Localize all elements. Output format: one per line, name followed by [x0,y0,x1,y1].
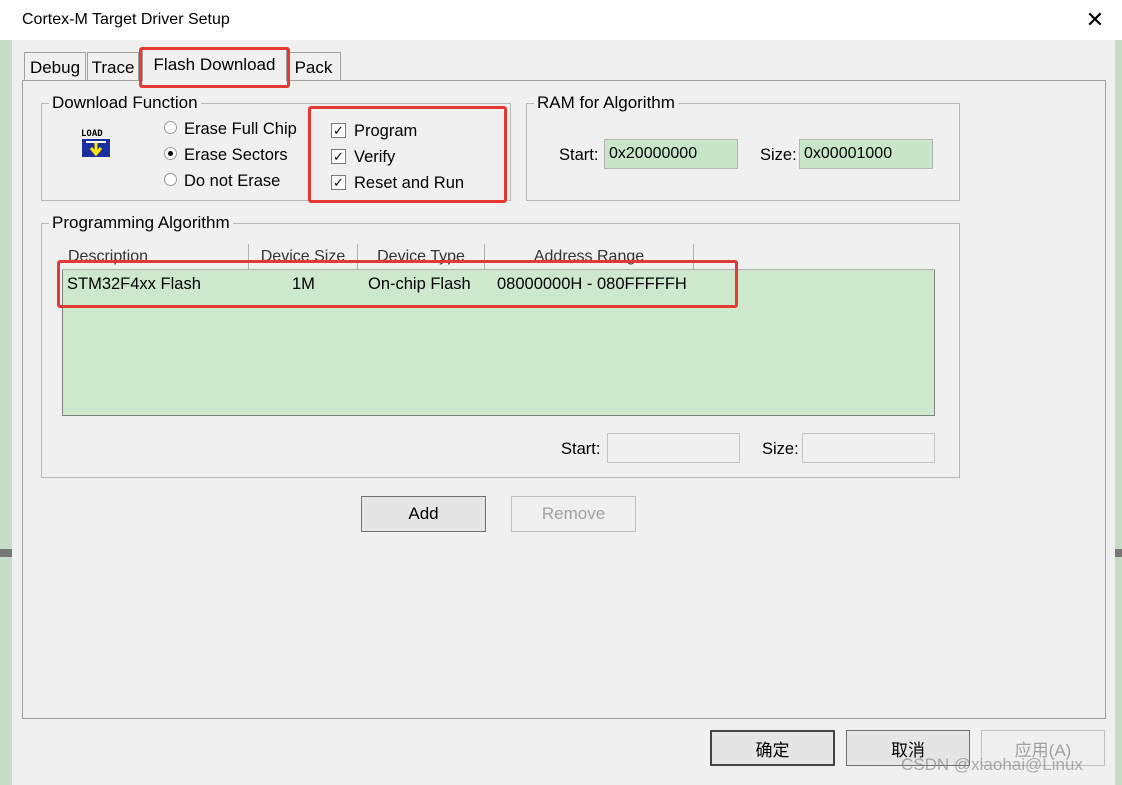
load-icon: LOAD [80,127,112,159]
tab-trace[interactable]: Trace [87,52,139,82]
program-label[interactable]: Program [354,121,417,141]
erase-full-chip-radio[interactable] [164,121,177,134]
window-title: Cortex-M Target Driver Setup [22,11,230,28]
program-checkbox[interactable]: ✓ [331,123,346,138]
close-icon: ✕ [1085,7,1105,32]
tab-flash-download[interactable]: Flash Download [142,48,287,82]
background-edge-right [1115,549,1122,557]
algorithm-start-label: Start: [561,440,601,458]
verify-checkbox[interactable]: ✓ [331,149,346,164]
programming-algorithm-title: Programming Algorithm [49,213,233,233]
table-row[interactable]: STM32F4xx Flash 1M On-chip Flash 0800000… [63,271,934,297]
remove-button[interactable]: Remove [511,496,636,532]
row-description: STM32F4xx Flash [67,275,201,293]
reset-and-run-label[interactable]: Reset and Run [354,173,464,193]
background-edge [0,549,12,557]
row-address-range: 08000000H - 080FFFFFH [497,275,687,293]
column-header-description[interactable]: Description [62,244,249,270]
algorithm-size-label: Size: [762,440,799,458]
algorithm-size-input[interactable] [802,433,935,463]
row-device-type: On-chip Flash [368,275,471,293]
reset-and-run-checkbox[interactable]: ✓ [331,175,346,190]
tab-pack[interactable]: Pack [286,52,341,82]
column-header-address-range[interactable]: Address Range [485,244,694,270]
dialog-window: Cortex-M Target Driver Setup ✕ Debug Tra… [0,0,1122,785]
tab-debug[interactable]: Debug [24,52,86,82]
background-right [1115,40,1122,785]
erase-sectors-label[interactable]: Erase Sectors [184,145,288,165]
ram-start-label: Start: [559,146,599,164]
ram-size-input[interactable]: 0x00001000 [799,139,933,169]
ram-size-label: Size: [760,146,797,164]
ram-for-algorithm-title: RAM for Algorithm [534,93,678,113]
add-button[interactable]: Add [361,496,486,532]
title-bar: Cortex-M Target Driver Setup ✕ [0,0,1122,40]
verify-label[interactable]: Verify [354,147,395,167]
svg-text:LOAD: LOAD [81,129,103,139]
do-not-erase-radio[interactable] [164,173,177,186]
watermark: CSDN @xiaohai@Linux [901,755,1083,774]
algorithm-start-input[interactable] [607,433,740,463]
background-left [0,40,12,785]
close-button[interactable]: ✕ [1075,2,1115,38]
column-header-device-size[interactable]: Device Size [249,244,358,270]
row-device-size: 1M [292,275,315,293]
do-not-erase-label[interactable]: Do not Erase [184,171,280,191]
download-function-title: Download Function [49,93,201,113]
erase-full-chip-label[interactable]: Erase Full Chip [184,119,297,139]
erase-sectors-radio[interactable] [164,147,177,160]
column-header-device-type[interactable]: Device Type [358,244,485,270]
ram-start-input[interactable]: 0x20000000 [604,139,738,169]
ok-button[interactable]: 确定 [710,730,835,766]
